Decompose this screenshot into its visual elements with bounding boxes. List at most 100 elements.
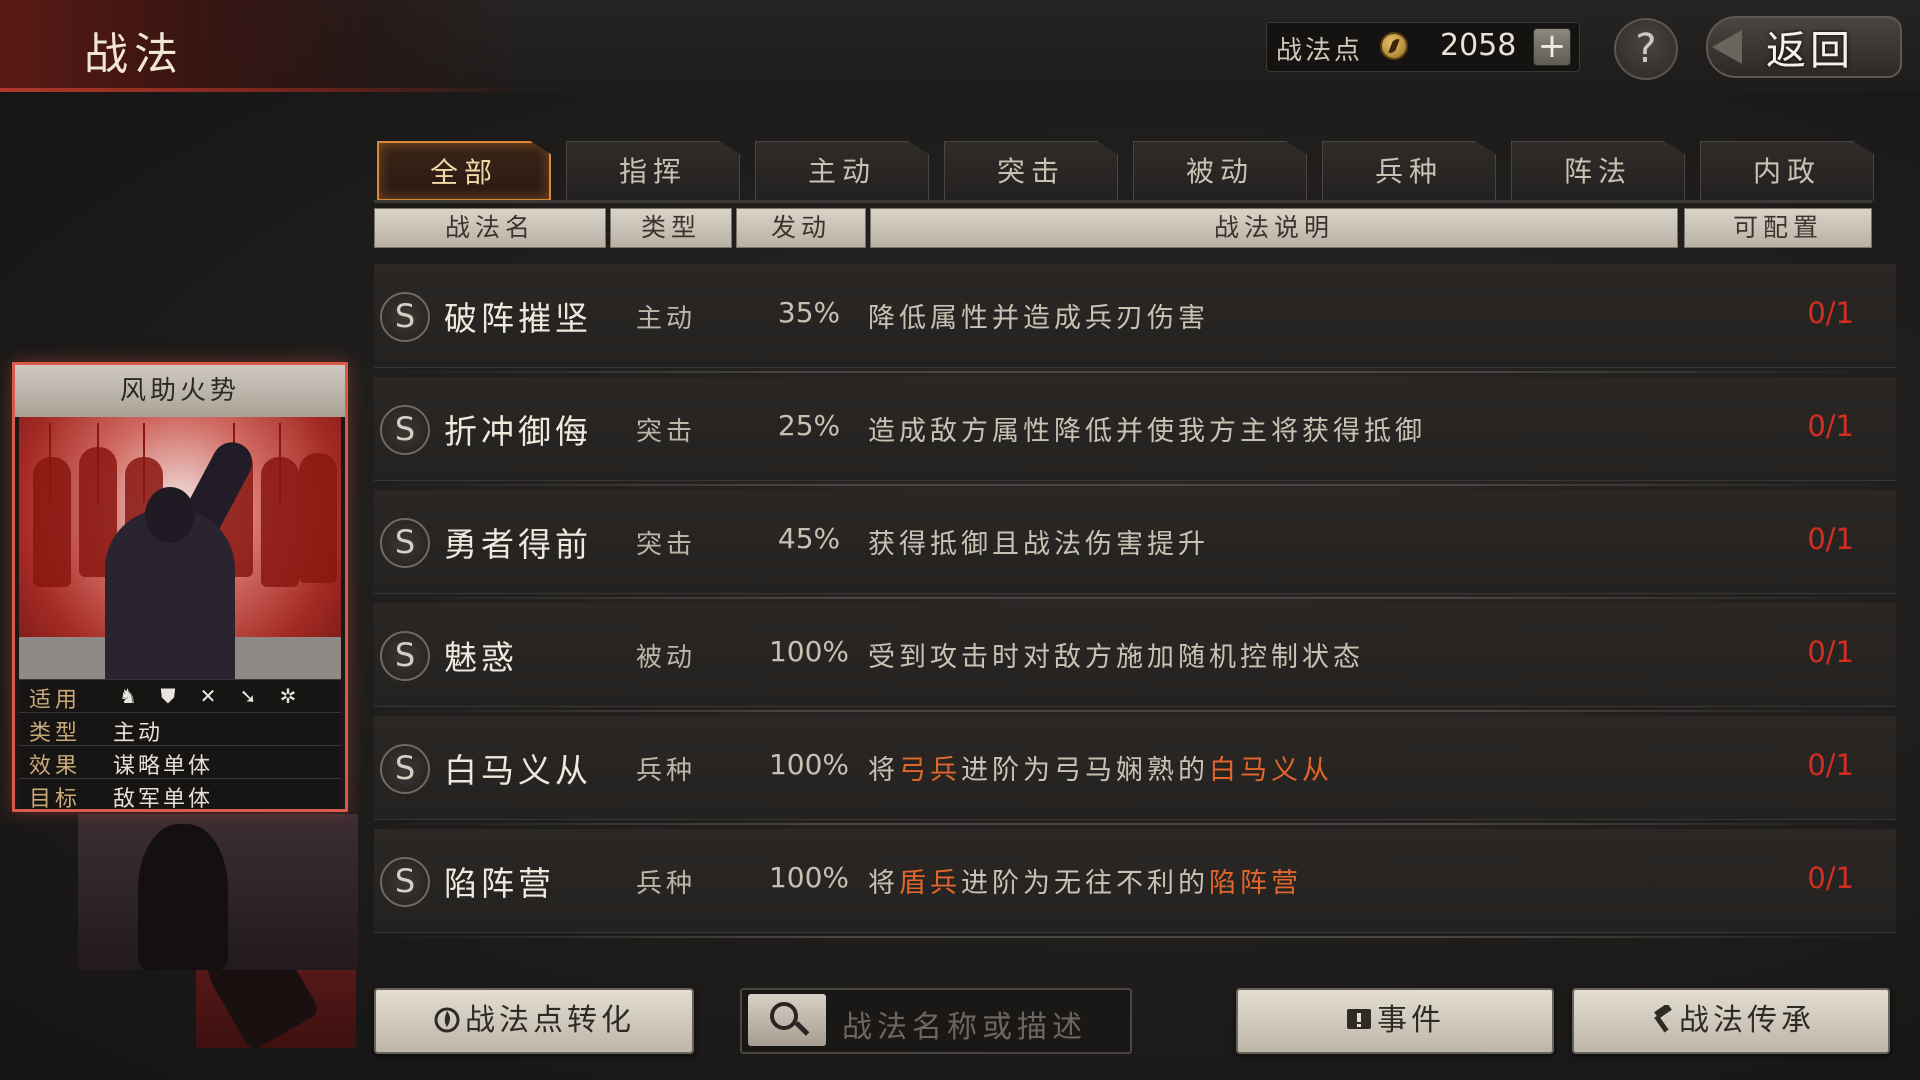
skill-description: 将弓兵进阶为弓马娴熟的白马义从 xyxy=(868,755,1333,786)
help-button[interactable]: ? xyxy=(1614,18,1678,80)
event-book-icon xyxy=(1347,1009,1371,1029)
grade-badge: S xyxy=(380,405,430,455)
card-info-key: 目标 xyxy=(29,787,82,812)
add-points-button[interactable]: + xyxy=(1533,28,1571,66)
skill-slot-count: 0/1 xyxy=(1807,409,1854,443)
tab-active[interactable]: 主动 xyxy=(755,141,929,201)
card-info-value: 主动 xyxy=(113,721,164,746)
skill-rate: 100% xyxy=(768,748,850,781)
column-header-slots[interactable]: 可配置 xyxy=(1684,208,1872,248)
skill-slot-count: 0/1 xyxy=(1807,296,1854,330)
skill-name: 魅惑 xyxy=(444,638,518,677)
troop-keyword: 弓兵 xyxy=(899,755,961,786)
skill-description: 将盾兵进阶为无往不利的陷阵营 xyxy=(868,868,1302,899)
card-stack-middle xyxy=(78,814,358,970)
skill-slot-count: 0/1 xyxy=(1807,748,1854,782)
archer-icon: ✕ xyxy=(199,684,217,708)
column-header-description: 战法说明 xyxy=(870,208,1678,248)
skill-rate: 45% xyxy=(777,522,841,555)
skill-slot-count: 0/1 xyxy=(1807,861,1854,895)
skill-name: 白马义从 xyxy=(444,751,592,790)
column-header-type[interactable]: 类型 xyxy=(610,208,732,248)
column-header-rate[interactable]: 发动 xyxy=(736,208,866,248)
skill-name: 破阵摧坚 xyxy=(444,299,592,338)
skill-type: 主动 xyxy=(636,304,697,334)
card-title: 风助火势 xyxy=(119,376,240,406)
card-info-key: 类型 xyxy=(29,721,82,746)
skill-rate: 100% xyxy=(768,861,850,894)
grade-badge: S xyxy=(380,631,430,681)
skill-row[interactable]: S 破阵摧坚 主动 35% 降低属性并造成兵刃伤害 0/1 xyxy=(374,264,1896,373)
grade-badge: S xyxy=(380,292,430,342)
card-info-row: 类型 主动 xyxy=(19,712,341,746)
skill-rate: 35% xyxy=(777,296,841,329)
convert-points-button[interactable]: 战法点转化 xyxy=(374,988,694,1054)
grade-badge: S xyxy=(380,857,430,907)
skill-type: 兵种 xyxy=(636,869,697,899)
card-info-row: 效果 谋略单体 xyxy=(19,745,341,779)
skill-name: 折冲御侮 xyxy=(444,412,592,451)
search-input[interactable]: 战法名称或描述 xyxy=(842,1002,1087,1046)
skill-type: 突击 xyxy=(636,417,697,447)
tab-passive[interactable]: 被动 xyxy=(1133,141,1307,201)
events-label: 事件 xyxy=(1377,1003,1445,1038)
skill-row[interactable]: S 白马义从 兵种 100% 将弓兵进阶为弓马娴熟的白马义从 0/1 xyxy=(374,716,1896,825)
skill-type: 突击 xyxy=(636,530,697,560)
tab-all[interactable]: 全部 xyxy=(377,141,551,201)
skill-rate: 100% xyxy=(768,635,850,668)
shield-icon: ⛊ xyxy=(160,684,176,708)
skill-type: 兵种 xyxy=(636,756,697,786)
tab-command[interactable]: 指挥 xyxy=(566,141,740,201)
tab-formation[interactable]: 阵法 xyxy=(1511,141,1685,201)
tab-troop[interactable]: 兵种 xyxy=(1322,141,1496,201)
skill-row[interactable]: S 勇者得前 突击 45% 获得抵御且战法伤害提升 0/1 xyxy=(374,490,1896,599)
skill-points-value: 2058 xyxy=(1440,28,1517,63)
skill-slot-count: 0/1 xyxy=(1807,635,1854,669)
grade-badge: S xyxy=(380,518,430,568)
search-icon xyxy=(770,1002,798,1030)
card-info-row: 适用 ♞ ⛊ ✕ ➘ ✲ xyxy=(19,679,341,713)
skill-name: 陷阵营 xyxy=(444,864,555,903)
skill-type: 被动 xyxy=(636,643,697,673)
cavalry-icon: ♞ xyxy=(119,684,137,708)
flame-icon xyxy=(434,1007,460,1033)
skill-rate: 25% xyxy=(777,409,841,442)
skill-description: 获得抵御且战法伤害提升 xyxy=(868,529,1209,560)
skill-row[interactable]: S 魅惑 被动 100% 受到攻击时对敌方施加随机控制状态 0/1 xyxy=(374,603,1896,712)
back-button-label[interactable]: 返回 xyxy=(1766,18,1854,76)
skill-row[interactable]: S 折冲御侮 突击 25% 造成敌方属性降低并使我方主将获得抵御 0/1 xyxy=(374,377,1896,486)
page-title: 战法 xyxy=(84,29,184,80)
hammer-icon xyxy=(1654,1005,1672,1033)
troop-keyword: 白马义从 xyxy=(1209,755,1333,786)
grade-badge: S xyxy=(380,744,430,794)
skill-inherit-label: 战法传承 xyxy=(1679,1003,1815,1038)
card-info-key: 适用 xyxy=(29,688,82,713)
card-info-value: 敌军单体 xyxy=(113,787,214,812)
troop-keyword: 盾兵 xyxy=(899,868,961,899)
troop-keyword: 陷阵营 xyxy=(1209,868,1302,899)
tab-underline xyxy=(374,200,1872,203)
skill-description: 造成敌方属性降低并使我方主将获得抵御 xyxy=(868,416,1426,447)
events-button[interactable]: 事件 xyxy=(1236,988,1554,1054)
siege-icon: ✲ xyxy=(279,684,297,708)
skill-description: 降低属性并造成兵刃伤害 xyxy=(868,303,1209,334)
card-info-key: 效果 xyxy=(29,754,82,779)
tab-internal[interactable]: 内政 xyxy=(1700,141,1874,201)
skill-inherit-button[interactable]: 战法传承 xyxy=(1572,988,1890,1054)
skill-point-coin-icon xyxy=(1380,32,1408,60)
title-plate xyxy=(0,0,520,92)
back-arrow-icon xyxy=(1712,30,1742,64)
skill-slot-count: 0/1 xyxy=(1807,522,1854,556)
convert-points-label: 战法点转化 xyxy=(465,1003,635,1038)
skill-card[interactable]: 风助火势 适用 ♞ ⛊ ✕ ➘ ✲ 类型 主动 效果 谋略单体 目标 敌军单体 xyxy=(12,362,348,812)
skill-points-label: 战法点 xyxy=(1276,36,1364,66)
skill-row[interactable]: S 陷阵营 兵种 100% 将盾兵进阶为无往不利的陷阵营 0/1 xyxy=(374,829,1896,938)
skill-description: 受到攻击时对敌方施加随机控制状态 xyxy=(868,642,1364,673)
card-artwork xyxy=(19,417,341,679)
column-header-name[interactable]: 战法名 xyxy=(374,208,606,248)
spear-icon: ➘ xyxy=(239,684,257,708)
tab-assault[interactable]: 突击 xyxy=(944,141,1118,201)
card-info-value: 谋略单体 xyxy=(113,754,214,779)
skill-name: 勇者得前 xyxy=(444,525,592,564)
card-info-row: 目标 敌军单体 xyxy=(19,778,341,812)
